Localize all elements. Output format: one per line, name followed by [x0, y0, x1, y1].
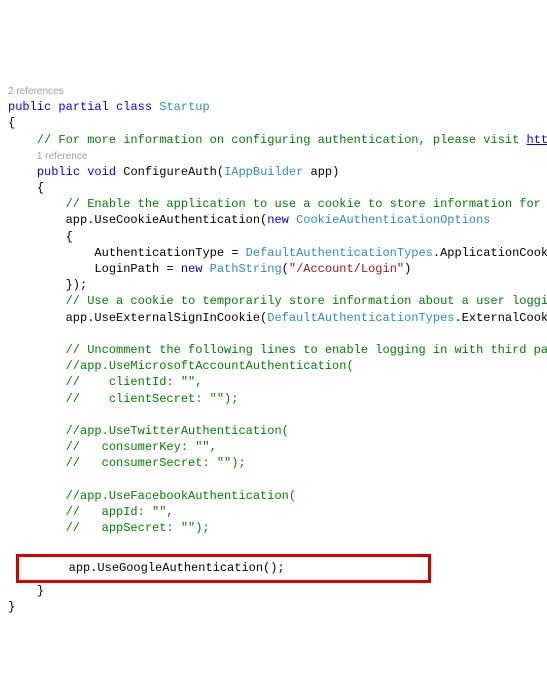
- kw-new: new: [181, 262, 203, 276]
- kw-class: class: [116, 100, 152, 114]
- kw-public: public: [37, 165, 80, 179]
- string: "/Account/Login": [289, 262, 404, 276]
- method-name: ConfigureAuth: [123, 165, 217, 179]
- kw-void: void: [87, 165, 116, 179]
- comment: //app.UseFacebookAuthentication(: [66, 489, 296, 503]
- comment: // Use a cookie to temporarily store inf…: [66, 294, 547, 308]
- code: app.UseExternalSignInCookie(: [66, 311, 268, 325]
- brace: }: [37, 584, 44, 598]
- comment: // appSecret: "");: [66, 521, 210, 535]
- comment: // Enable the application to use a cooki…: [66, 197, 547, 211]
- param-name: app: [303, 165, 332, 179]
- comment: //app.UseMicrosoftAccountAuthentication(: [66, 359, 354, 373]
- type: DefaultAuthenticationTypes: [267, 311, 454, 325]
- brace: {: [8, 116, 15, 130]
- class-name: Startup: [159, 100, 209, 114]
- kw-public: public: [8, 100, 51, 114]
- codelens-class[interactable]: 2 references: [8, 86, 64, 97]
- code-editor: 2 references public partial class Startu…: [0, 65, 547, 615]
- type: DefaultAuthenticationTypes: [246, 246, 433, 260]
- doc-link[interactable]: http:: [527, 133, 547, 147]
- code: .ApplicationCookie: [433, 246, 547, 260]
- comment: // consumerSecret: "");: [66, 456, 246, 470]
- code: .ExternalCookie: [454, 311, 547, 325]
- paren: ): [404, 262, 411, 276]
- brace: {: [66, 230, 73, 244]
- type: CookieAuthenticationOptions: [296, 213, 490, 227]
- comment: // appId: "",: [66, 505, 174, 519]
- comment: //app.UseTwitterAuthentication(: [66, 424, 289, 438]
- codelens-method[interactable]: 1 reference: [37, 151, 88, 162]
- comment: // clientSecret: "");: [66, 392, 239, 406]
- type: PathString: [210, 262, 282, 276]
- kw-partial: partial: [58, 100, 108, 114]
- brace: {: [37, 181, 44, 195]
- brace: }: [8, 600, 15, 614]
- comment: // consumerKey: "",: [66, 440, 217, 454]
- comment: // Uncomment the following lines to enab…: [66, 343, 547, 357]
- param-type: IAppBuilder: [224, 165, 303, 179]
- code: LoginPath =: [94, 262, 180, 276]
- comment: // clientId: "",: [66, 375, 203, 389]
- comment: // For more information on configuring a…: [37, 133, 527, 147]
- kw-new: new: [267, 213, 289, 227]
- code: AuthenticationType =: [94, 246, 245, 260]
- highlighted-line: app.UseGoogleAuthentication();: [16, 554, 430, 582]
- code: app.UseCookieAuthentication(: [66, 213, 268, 227]
- google-auth-call: app.UseGoogleAuthentication();: [69, 561, 285, 575]
- code: });: [66, 278, 88, 292]
